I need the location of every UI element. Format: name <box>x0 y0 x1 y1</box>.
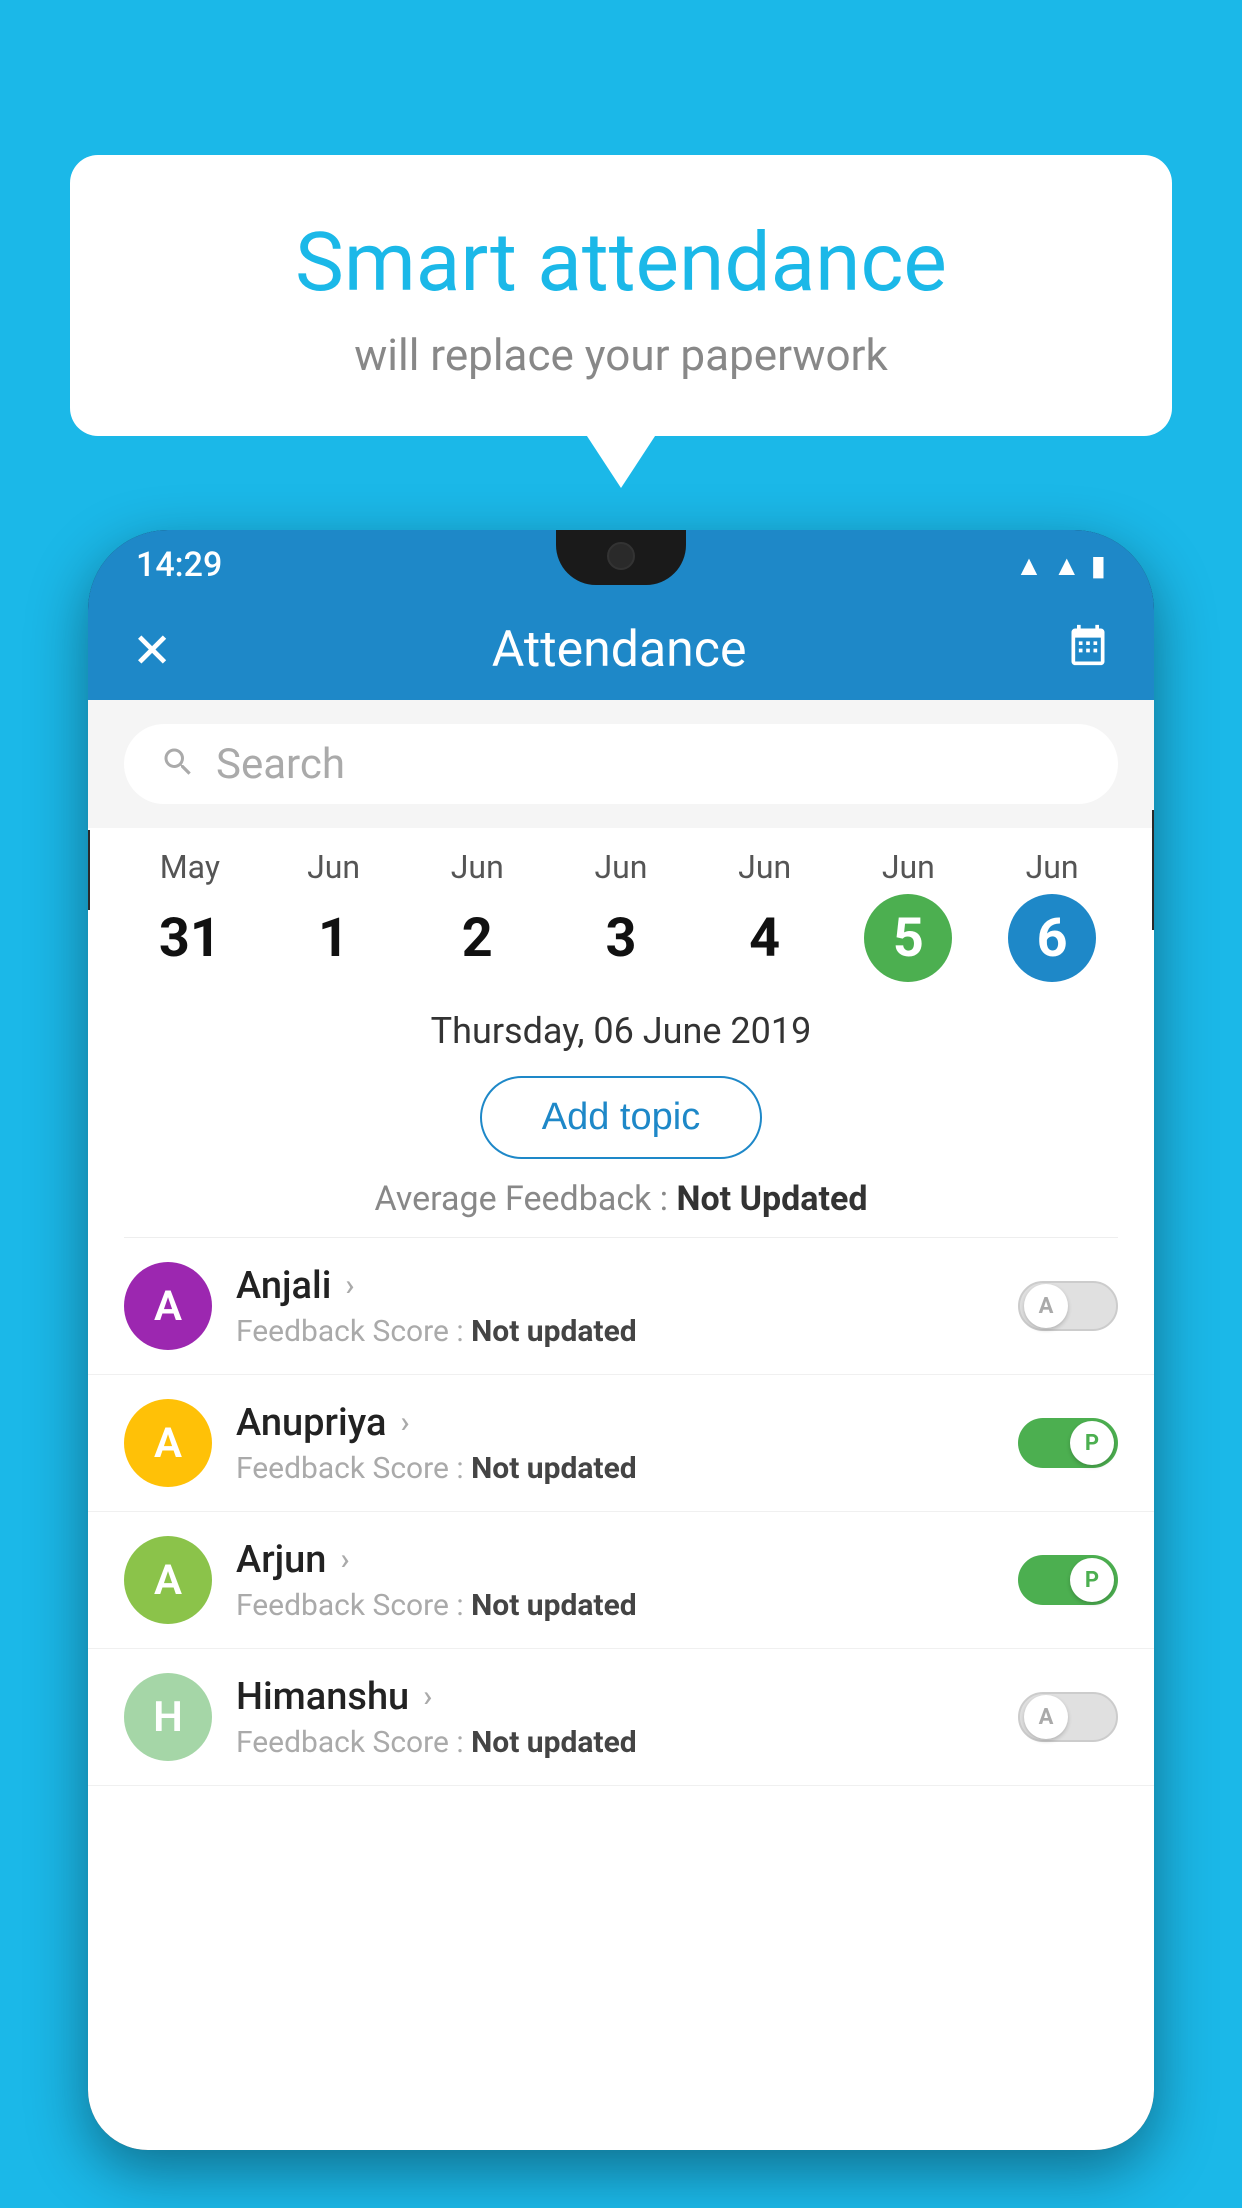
date-col[interactable]: Jun 4 <box>721 848 809 982</box>
status-time: 14:29 <box>136 545 222 585</box>
date-col[interactable]: Jun 6 <box>1008 848 1096 982</box>
toggle-knob: P <box>1070 1558 1114 1602</box>
student-item[interactable]: A Arjun › Feedback Score : Not updated P <box>88 1512 1154 1649</box>
student-feedback-score: Feedback Score : Not updated <box>236 1451 994 1486</box>
camera-dot <box>607 542 635 570</box>
speech-bubble: Smart attendance will replace your paper… <box>70 155 1172 436</box>
month-label: Jun <box>594 848 647 886</box>
student-name: Anupriya › <box>236 1401 994 1445</box>
app-content: Search May 31 Jun 1 Jun 2 Jun 3 Jun 4 Jun 5 Jun 6 Thu… <box>88 700 1154 2150</box>
student-info: Anjali › Feedback Score : Not updated <box>236 1264 994 1349</box>
attendance-toggle[interactable]: A <box>1018 1281 1118 1331</box>
month-label: May <box>160 848 220 886</box>
date-col[interactable]: Jun 1 <box>290 848 378 982</box>
month-label: Jun <box>738 848 791 886</box>
student-info: Arjun › Feedback Score : Not updated <box>236 1538 994 1623</box>
month-label: Jun <box>451 848 504 886</box>
day-number[interactable]: 3 <box>577 894 665 982</box>
avatar: A <box>124 1262 212 1350</box>
month-label: Jun <box>882 848 935 886</box>
header-title: Attendance <box>492 621 747 679</box>
average-feedback-label: Average Feedback : <box>375 1179 677 1219</box>
chevron-icon: › <box>423 1679 432 1714</box>
toggle-knob: A <box>1024 1284 1068 1328</box>
chevron-icon: › <box>400 1405 409 1440</box>
status-icons: ▲ ▲ ▮ <box>1015 549 1106 582</box>
date-strip: May 31 Jun 1 Jun 2 Jun 3 Jun 4 Jun 5 Jun 6 <box>88 828 1154 982</box>
chevron-icon: › <box>340 1542 349 1577</box>
attendance-toggle[interactable]: A <box>1018 1692 1118 1742</box>
power-button <box>1152 810 1154 930</box>
phone-container: 14:29 ▲ ▲ ▮ ✕ Attendance <box>88 530 1154 2208</box>
day-number[interactable]: 1 <box>290 894 378 982</box>
student-item[interactable]: H Himanshu › Feedback Score : Not updated A <box>88 1649 1154 1786</box>
date-col[interactable]: Jun 2 <box>433 848 521 982</box>
average-feedback: Average Feedback : Not Updated <box>88 1179 1154 1237</box>
student-info: Anupriya › Feedback Score : Not updated <box>236 1401 994 1486</box>
toggle-container[interactable]: A <box>1018 1692 1118 1742</box>
toggle-knob: A <box>1024 1695 1068 1739</box>
student-item[interactable]: A Anupriya › Feedback Score : Not updated P <box>88 1375 1154 1512</box>
search-icon <box>160 744 196 784</box>
chevron-icon: › <box>345 1268 354 1303</box>
app-header: ✕ Attendance <box>88 600 1154 700</box>
phone-notch <box>556 530 686 585</box>
speech-bubble-container: Smart attendance will replace your paper… <box>70 155 1172 436</box>
student-item[interactable]: A Anjali › Feedback Score : Not updated A <box>88 1238 1154 1375</box>
average-feedback-value: Not Updated <box>676 1179 867 1219</box>
day-number[interactable]: 4 <box>721 894 809 982</box>
signal-icon: ▲ <box>1053 549 1081 582</box>
day-number[interactable]: 31 <box>146 894 234 982</box>
bubble-title: Smart attendance <box>150 215 1092 311</box>
student-name: Anjali › <box>236 1264 994 1308</box>
selected-date: Thursday, 06 June 2019 <box>88 982 1154 1068</box>
date-col[interactable]: May 31 <box>146 848 234 982</box>
month-label: Jun <box>307 848 360 886</box>
student-list: AAnjali ›Feedback Score : Not updatedAAA… <box>88 1238 1154 1786</box>
battery-icon: ▮ <box>1091 549 1106 582</box>
avatar: A <box>124 1399 212 1487</box>
add-topic-container: Add topic <box>88 1068 1154 1179</box>
search-container: Search <box>88 700 1154 828</box>
toggle-knob: P <box>1070 1421 1114 1465</box>
student-feedback-score: Feedback Score : Not updated <box>236 1725 994 1760</box>
student-feedback-score: Feedback Score : Not updated <box>236 1588 994 1623</box>
toggle-container[interactable]: A <box>1018 1281 1118 1331</box>
student-info: Himanshu › Feedback Score : Not updated <box>236 1675 994 1760</box>
calendar-icon[interactable] <box>1066 623 1110 678</box>
toggle-container[interactable]: P <box>1018 1418 1118 1468</box>
search-bar[interactable]: Search <box>124 724 1118 804</box>
volume-button <box>88 830 90 910</box>
avatar: A <box>124 1536 212 1624</box>
search-input-placeholder[interactable]: Search <box>216 740 345 789</box>
close-button[interactable]: ✕ <box>132 622 172 679</box>
attendance-toggle[interactable]: P <box>1018 1555 1118 1605</box>
avatar: H <box>124 1673 212 1761</box>
day-number[interactable]: 5 <box>864 894 952 982</box>
wifi-icon: ▲ <box>1015 549 1043 582</box>
student-name: Himanshu › <box>236 1675 994 1719</box>
date-col[interactable]: Jun 3 <box>577 848 665 982</box>
phone-frame: 14:29 ▲ ▲ ▮ ✕ Attendance <box>88 530 1154 2150</box>
student-name: Arjun › <box>236 1538 994 1582</box>
toggle-container[interactable]: P <box>1018 1555 1118 1605</box>
student-feedback-score: Feedback Score : Not updated <box>236 1314 994 1349</box>
bubble-subtitle: will replace your paperwork <box>150 329 1092 381</box>
add-topic-button[interactable]: Add topic <box>480 1076 762 1159</box>
date-col[interactable]: Jun 5 <box>864 848 952 982</box>
day-number[interactable]: 2 <box>433 894 521 982</box>
day-number[interactable]: 6 <box>1008 894 1096 982</box>
month-label: Jun <box>1026 848 1079 886</box>
attendance-toggle[interactable]: P <box>1018 1418 1118 1468</box>
